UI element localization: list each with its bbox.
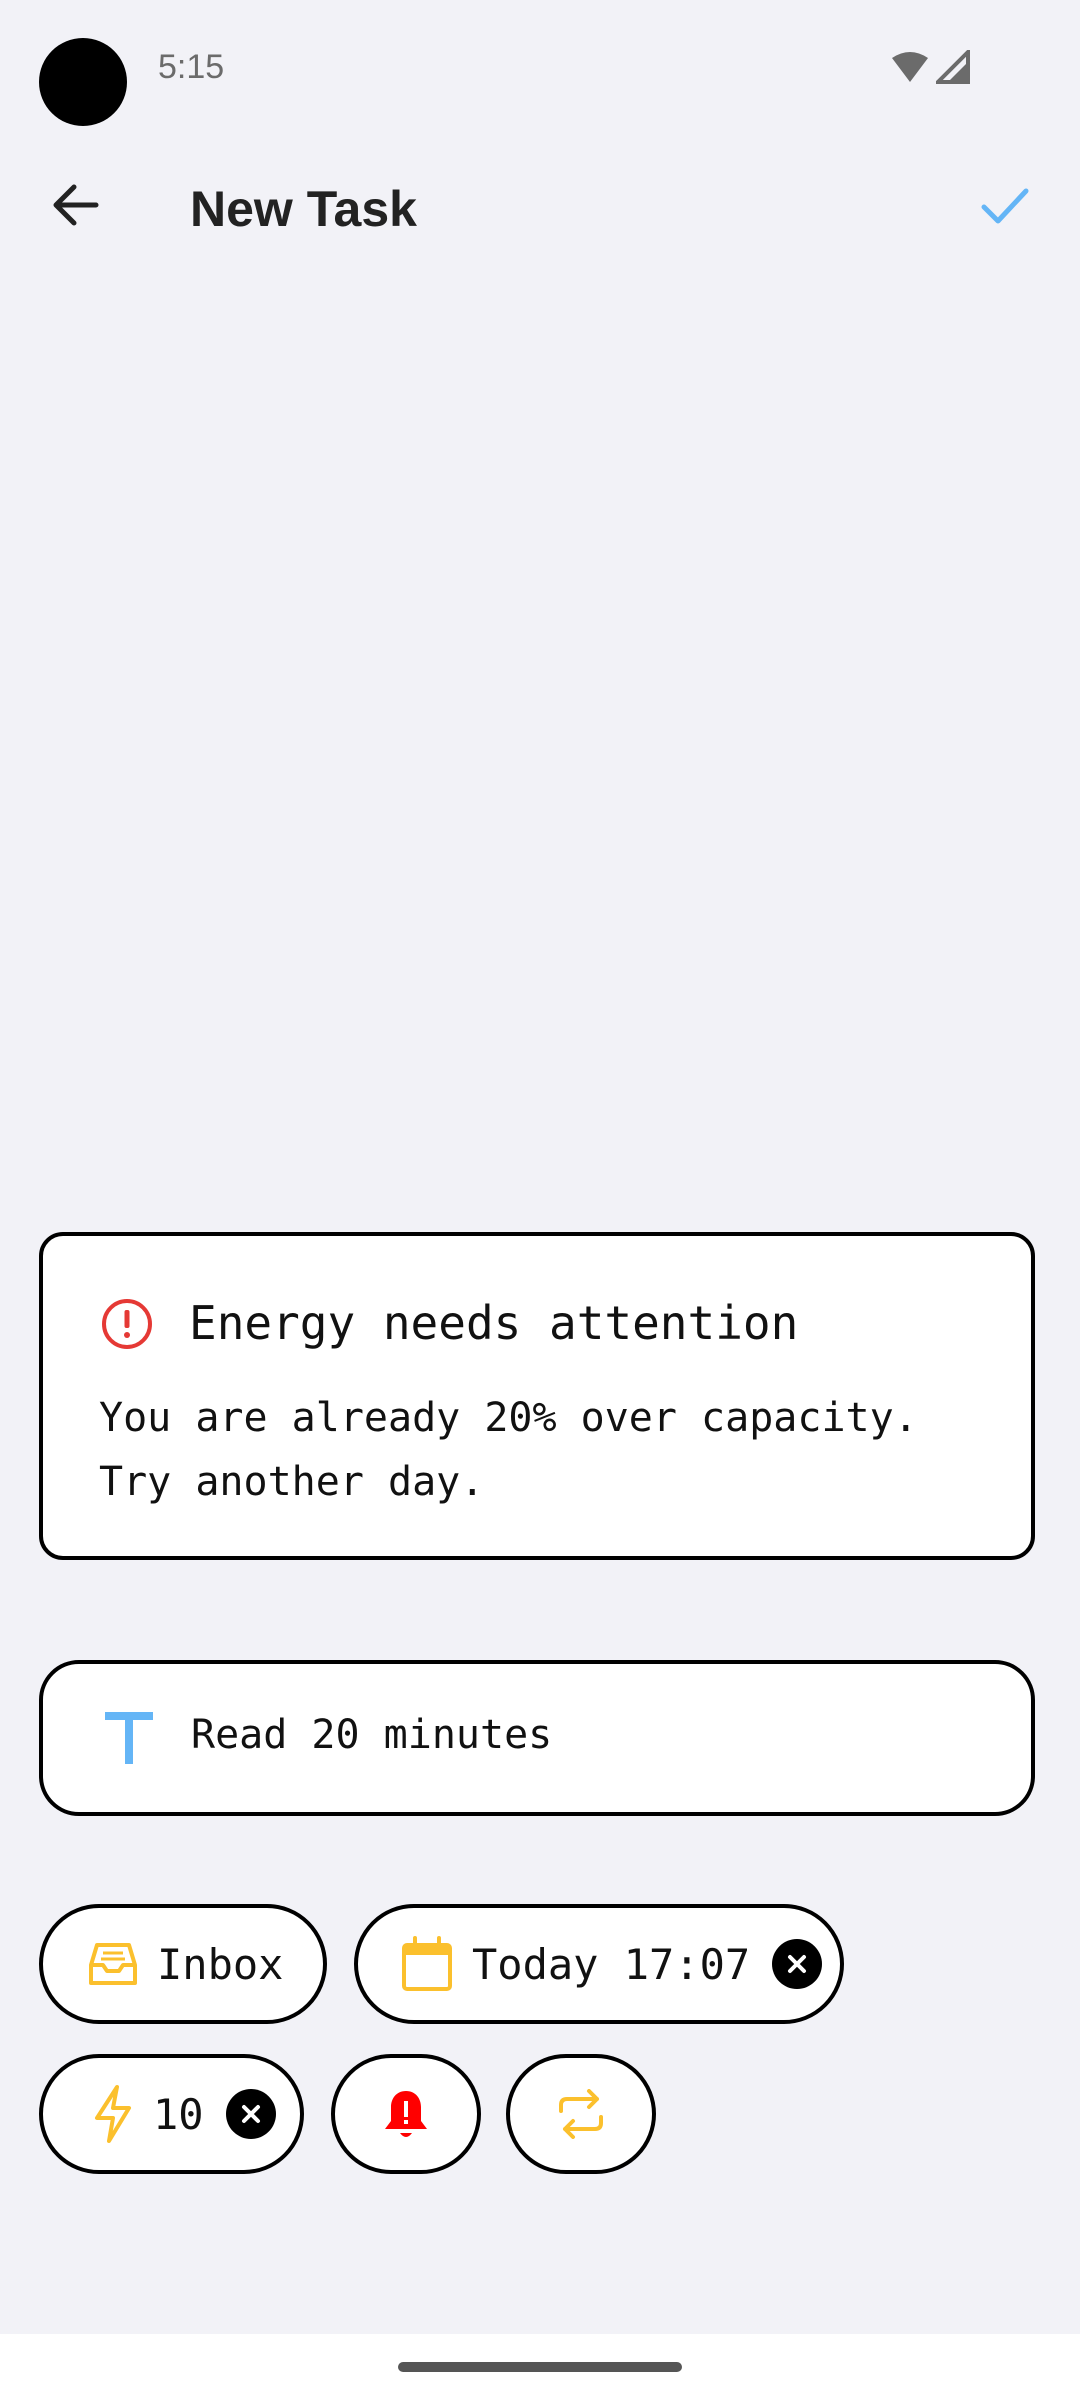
warning-title: Energy needs attention: [189, 1296, 799, 1350]
bell-alert-icon: [385, 2091, 427, 2137]
close-icon: [788, 1955, 807, 1973]
status-icons: [890, 50, 970, 84]
energy-chip[interactable]: 10: [39, 2054, 304, 2174]
wifi-icon: [892, 52, 928, 82]
repeat-chip[interactable]: [506, 2054, 656, 2174]
task-title-value: Read 20 minutes: [191, 1712, 553, 1758]
page-title: New Task: [190, 181, 417, 237]
status-bar: 5:15: [0, 0, 1080, 140]
text-type-icon: [105, 1712, 153, 1764]
alert-circle-icon: [102, 1299, 152, 1349]
due-date-label: Today 17:07: [472, 1939, 751, 1989]
warning-message: You are already 20% over capacity. Try a…: [99, 1395, 918, 1505]
due-date-chip[interactable]: Today 17:07: [354, 1904, 844, 2024]
close-icon: [241, 2105, 260, 2123]
calendar-icon: [402, 1936, 452, 1991]
app-bar: New Task: [0, 140, 1080, 280]
home-indicator[interactable]: [398, 2362, 682, 2372]
repeat-icon: [559, 2089, 603, 2139]
signal-icon: [936, 50, 970, 84]
energy-value: 10: [153, 2089, 204, 2139]
status-time: 5:15: [158, 48, 225, 86]
inbox-chip[interactable]: Inbox: [39, 1904, 327, 2024]
back-button[interactable]: [40, 170, 110, 240]
arrow-left-icon: [53, 184, 99, 226]
energy-warning-card: Energy needs attention You are already 2…: [39, 1232, 1035, 1560]
check-icon: [981, 188, 1029, 224]
save-button[interactable]: [970, 170, 1040, 240]
clear-date-button[interactable]: [772, 1939, 823, 1989]
reminder-chip[interactable]: [331, 2054, 481, 2174]
task-title-input[interactable]: Read 20 minutes: [39, 1660, 1035, 1816]
lightning-icon: [95, 2085, 131, 2143]
inbox-chip-label: Inbox: [157, 1939, 284, 1989]
clear-energy-button[interactable]: [225, 2089, 276, 2139]
camera-cutout: [39, 38, 127, 126]
inbox-tray-icon: [89, 1943, 137, 1985]
